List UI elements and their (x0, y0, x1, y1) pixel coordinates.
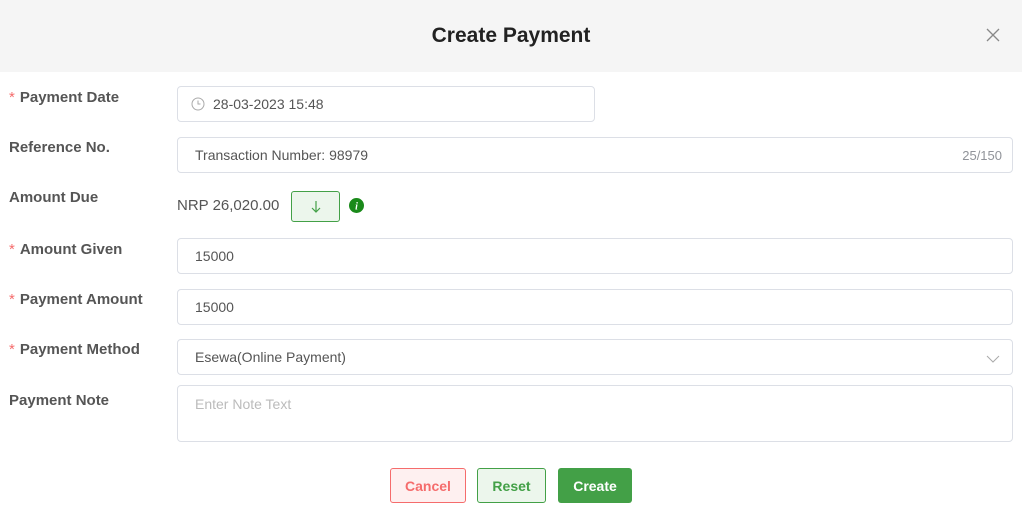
payment-method-select[interactable]: Esewa(Online Payment) (177, 339, 1013, 375)
svg-text:i: i (355, 202, 358, 213)
character-counter: 25/150 (962, 147, 1002, 163)
amount-given-label: * Amount Given (9, 241, 123, 258)
amount-due-label: Amount Due (9, 189, 99, 206)
payment-amount-label: * Payment Amount (9, 291, 143, 308)
dialog-header: Create Payment (0, 0, 1022, 72)
apply-amount-due-button[interactable] (291, 191, 340, 222)
dialog-title: Create Payment (431, 24, 591, 47)
arrow-down-icon (311, 200, 320, 213)
amount-due-value: NRP 26,020.00 (177, 197, 280, 214)
clock-icon (191, 97, 205, 111)
reference-no-input[interactable]: Transaction Number: 98979 25/150 (177, 137, 1013, 173)
payment-method-label: * Payment Method (9, 341, 140, 358)
amount-given-input[interactable]: 15000 (177, 238, 1013, 274)
payment-date-input[interactable]: 28-03-2023 15:48 (177, 86, 595, 122)
reference-no-label: Reference No. (9, 139, 110, 156)
payment-note-label: Payment Note (9, 392, 110, 409)
create-button[interactable]: Create (558, 468, 632, 503)
cancel-button[interactable]: Cancel (390, 468, 466, 503)
payment-note-textarea[interactable]: Enter Note Text (177, 385, 1013, 442)
info-icon[interactable]: i (349, 198, 364, 213)
chevron-down-icon (986, 355, 1000, 363)
payment-date-label: * Payment Date (9, 89, 120, 106)
reset-button[interactable]: Reset (477, 468, 546, 503)
payment-amount-input[interactable]: 15000 (177, 289, 1013, 325)
close-icon[interactable] (986, 28, 1000, 42)
